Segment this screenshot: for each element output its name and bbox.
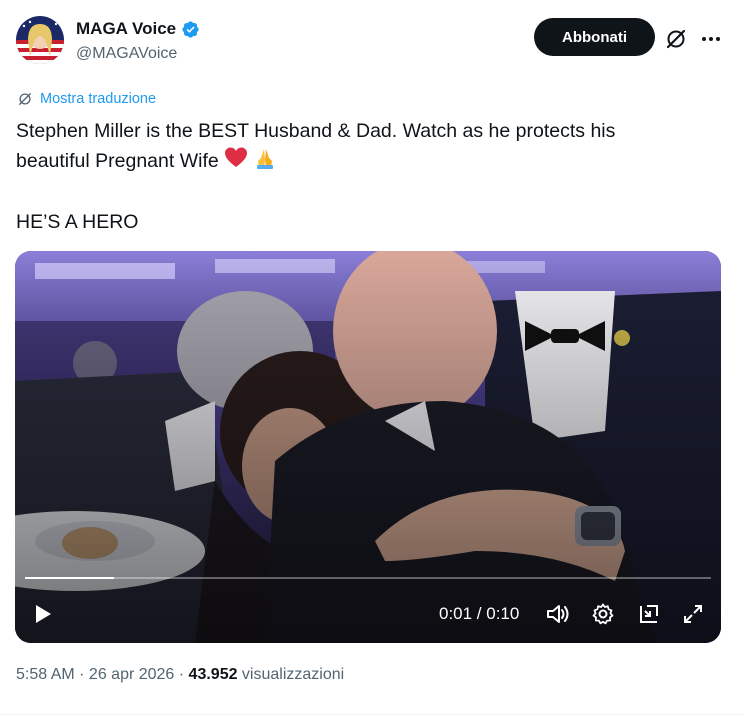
post-text-emojis xyxy=(224,146,280,179)
post-text-line-2: beautiful Pregnant Wife xyxy=(16,146,716,179)
translate-icon xyxy=(19,93,31,105)
video-player[interactable]: 0:01 / 0:10 xyxy=(15,251,721,643)
grok-icon[interactable] xyxy=(664,27,688,51)
post-text-line-1: Stephen Miller is the BEST Husband & Dad… xyxy=(16,120,616,142)
avatar-image xyxy=(16,16,64,64)
post-text-line-2-text: beautiful Pregnant Wife xyxy=(16,150,219,172)
fullscreen-icon[interactable] xyxy=(681,602,705,626)
post-date[interactable]: 26 apr 2026 xyxy=(89,666,174,684)
author-display-name[interactable]: MAGA Voice xyxy=(76,19,176,39)
avatar[interactable] xyxy=(16,16,64,64)
video-progress-fill xyxy=(25,577,115,579)
post-text: Stephen Miller is the BEST Husband & Dad… xyxy=(16,117,716,237)
video-frame xyxy=(15,251,721,643)
show-translation-label[interactable]: Mostra traduzione xyxy=(40,91,156,107)
tweet: MAGA Voice @MAGAVoice Abbonati Mostra tr… xyxy=(0,0,743,715)
post-text-line-3: HE’S A HERO xyxy=(16,211,139,233)
author-name[interactable]: MAGA Voice xyxy=(76,19,200,39)
settings-icon[interactable] xyxy=(591,602,615,626)
volume-icon[interactable] xyxy=(545,602,571,626)
views-label: visualizzazioni xyxy=(237,666,345,683)
show-translation-link[interactable]: Mostra traduzione xyxy=(16,90,156,108)
verified-badge-icon xyxy=(182,20,199,38)
meta-separator: · xyxy=(74,666,89,683)
play-icon[interactable] xyxy=(33,603,53,625)
more-horizontal-icon[interactable] xyxy=(698,27,724,51)
heart-and-pray-emoji-icon xyxy=(225,147,274,169)
video-progress-bar[interactable] xyxy=(25,577,711,579)
meta-separator: · xyxy=(174,666,189,683)
video-time-readout: 0:01 / 0:10 xyxy=(439,604,520,623)
post-meta: 5:58 AM · 26 apr 2026 · 43.952 visualizz… xyxy=(16,666,344,684)
post-time[interactable]: 5:58 AM xyxy=(16,666,75,684)
picture-in-picture-icon[interactable] xyxy=(637,602,661,626)
views-count: 43.952 xyxy=(188,666,238,683)
author-handle[interactable]: @MAGAVoice xyxy=(76,45,177,63)
subscribe-button[interactable]: Abbonati xyxy=(534,18,655,56)
